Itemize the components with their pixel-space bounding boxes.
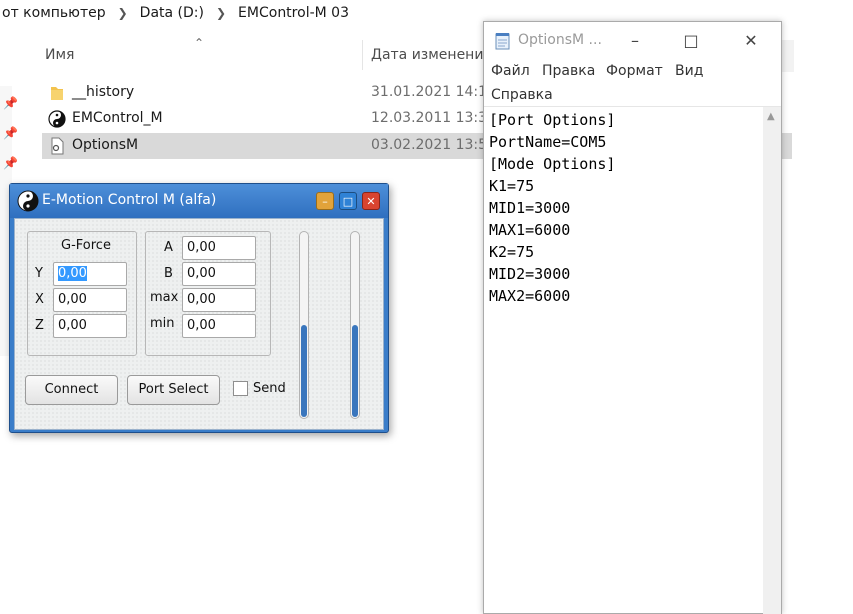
slider-1-fill xyxy=(301,325,307,417)
parameters-group: A 0,00 B 0,00 max 0,00 min 0,00 xyxy=(145,231,271,356)
maximize-button[interactable]: □ xyxy=(339,192,357,210)
min-input[interactable]: 0,00 xyxy=(182,314,256,338)
emotion-control-window: E-Motion Control M (alfa) – □ ✕ G-Force … xyxy=(9,183,389,433)
menu-help[interactable]: Справка xyxy=(491,87,553,103)
notepad-line: [Port Options] xyxy=(489,111,616,129)
breadcrumb-item-computer[interactable]: от компьютер xyxy=(0,5,108,21)
notepad-line: K1=75 xyxy=(489,177,535,195)
file-date: 31.01.2021 14:15 xyxy=(371,84,496,100)
y-label: Y xyxy=(35,266,43,281)
file-date: 03.02.2021 13:57 xyxy=(371,137,496,153)
chevron-right-icon: ❯ xyxy=(215,6,227,20)
notepad-line: MAX2=6000 xyxy=(489,287,571,305)
max-input[interactable]: 0,00 xyxy=(182,288,256,312)
notepad-menu-bar: Файл Правка Формат Вид Справка xyxy=(484,60,781,106)
notepad-line: K2=75 xyxy=(489,243,535,261)
menu-format[interactable]: Формат xyxy=(606,63,663,79)
app-icon xyxy=(48,110,66,128)
notepad-content: [Port Options] PortName=COM5 [Mode Options… xyxy=(489,109,615,307)
a-label: A xyxy=(164,240,173,255)
file-name: EMControl_M xyxy=(72,110,163,126)
notepad-line: MID1=3000 xyxy=(489,199,571,217)
menu-view[interactable]: Вид xyxy=(675,63,703,79)
menu-file[interactable]: Файл xyxy=(491,63,530,79)
column-header-name[interactable]: Имя xyxy=(45,36,74,74)
file-name: __history xyxy=(72,84,135,100)
y-input[interactable]: 0,00 xyxy=(53,262,127,286)
file-date: 12.03.2011 13:31 xyxy=(371,110,496,126)
header-edge xyxy=(782,40,794,72)
emotion-client-area: G-Force Y 0,00 X 0,00 Z 0,00 A 0,00 B 0,… xyxy=(14,218,384,430)
x-label: X xyxy=(35,292,44,307)
breadcrumb: от компьютер ❯ Data (D:) ❯ EMControl-M 0… xyxy=(0,0,351,26)
window-title: E-Motion Control M (alfa) xyxy=(42,192,217,208)
notepad-line: [Mode Options] xyxy=(489,155,616,173)
breadcrumb-item-folder[interactable]: EMControl-M 03 xyxy=(236,5,351,21)
pin-icon[interactable]: 📌 xyxy=(3,156,18,170)
sort-up-icon: ⌃ xyxy=(194,36,205,50)
pin-icon[interactable]: 📌 xyxy=(3,96,18,110)
slider-2-fill xyxy=(352,325,358,417)
notepad-line: PortName=COM5 xyxy=(489,133,607,151)
z-input[interactable]: 0,00 xyxy=(53,314,127,338)
desktop: от компьютер ❯ Data (D:) ❯ EMControl-M 0… xyxy=(0,0,853,614)
b-label: B xyxy=(164,266,173,281)
min-label: min xyxy=(150,316,175,331)
vertical-scrollbar[interactable]: ▲ xyxy=(763,107,781,614)
folder-icon xyxy=(51,87,63,100)
scroll-up-icon[interactable]: ▲ xyxy=(767,111,775,122)
send-label: Send xyxy=(253,381,286,396)
breadcrumb-item-drive[interactable]: Data (D:) xyxy=(138,5,206,21)
max-label: max xyxy=(150,290,179,305)
emotion-title-bar[interactable]: E-Motion Control M (alfa) – □ ✕ xyxy=(10,184,388,218)
close-button[interactable]: ✕ xyxy=(736,28,766,54)
z-label: Z xyxy=(35,318,44,333)
gforce-label: G-Force xyxy=(61,238,111,253)
chevron-right-icon: ❯ xyxy=(117,6,128,20)
y-value: 0,00 xyxy=(58,266,87,281)
config-file-icon xyxy=(51,137,64,155)
column-divider[interactable] xyxy=(362,40,363,70)
yin-yang-icon xyxy=(17,190,39,212)
notepad-icon xyxy=(495,33,510,50)
maximize-button[interactable]: □ xyxy=(676,28,706,54)
notepad-line: MAX1=6000 xyxy=(489,221,571,239)
notepad-window: OptionsM ... – □ ✕ Файл Правка Формат Ви… xyxy=(483,21,782,614)
minimize-button[interactable]: – xyxy=(316,192,334,210)
port-select-button[interactable]: Port Select xyxy=(127,375,220,405)
notepad-text-area[interactable]: [Port Options] PortName=COM5 [Mode Options… xyxy=(484,106,781,614)
a-input[interactable]: 0,00 xyxy=(182,236,256,260)
minimize-button[interactable]: – xyxy=(620,28,650,54)
slider-2[interactable] xyxy=(350,231,360,419)
b-input[interactable]: 0,00 xyxy=(182,262,256,286)
x-input[interactable]: 0,00 xyxy=(53,288,127,312)
close-button[interactable]: ✕ xyxy=(362,192,380,210)
column-header-date[interactable]: Дата изменения xyxy=(371,36,492,74)
slider-1[interactable] xyxy=(299,231,309,419)
notepad-title-bar[interactable]: OptionsM ... – □ ✕ xyxy=(484,22,781,60)
menu-edit[interactable]: Правка xyxy=(542,63,595,79)
notepad-line: MID2=3000 xyxy=(489,265,571,283)
pin-icon[interactable]: 📌 xyxy=(3,126,18,140)
gforce-group: G-Force Y 0,00 X 0,00 Z 0,00 xyxy=(27,231,137,356)
connect-button[interactable]: Connect xyxy=(25,375,118,405)
send-checkbox[interactable] xyxy=(233,381,248,396)
notepad-title: OptionsM ... xyxy=(518,32,602,48)
file-name: OptionsM xyxy=(72,137,139,153)
